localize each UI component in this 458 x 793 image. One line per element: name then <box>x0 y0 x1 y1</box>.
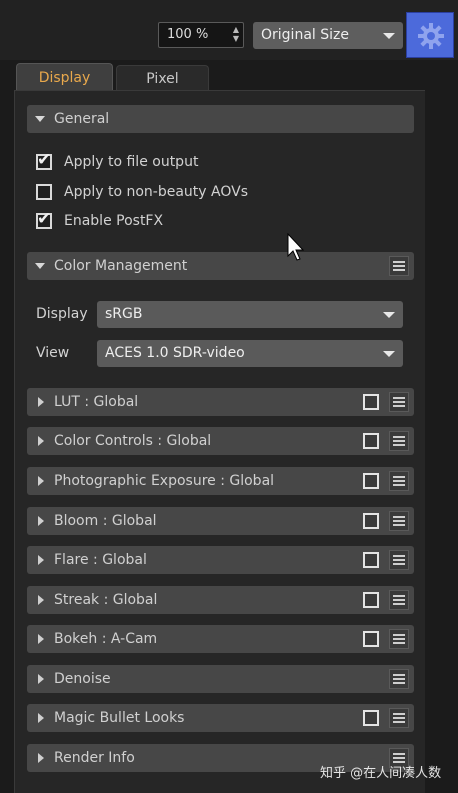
section-enable-checkbox[interactable] <box>363 473 379 489</box>
tab-display[interactable]: Display <box>16 63 113 91</box>
section-magic-bullet-looks[interactable]: Magic Bullet Looks <box>27 704 414 732</box>
triangle-right-icon <box>38 555 44 565</box>
option-label: Apply to file output <box>64 154 199 170</box>
section-bloom[interactable]: Bloom : Global <box>27 507 414 535</box>
zoom-value: 100 % <box>167 27 209 42</box>
menu-icon[interactable] <box>389 550 409 570</box>
section-streak[interactable]: Streak : Global <box>27 586 414 614</box>
menu-icon[interactable] <box>389 708 409 728</box>
section-label: Streak : Global <box>54 592 158 608</box>
triangle-right-icon <box>38 476 44 486</box>
menu-icon[interactable] <box>389 392 409 412</box>
triangle-right-icon <box>38 713 44 723</box>
checkmark-icon: ✔ <box>37 209 52 229</box>
section-label: Denoise <box>54 671 111 687</box>
menu-icon[interactable] <box>389 590 409 610</box>
menu-icon[interactable] <box>389 669 409 689</box>
section-enable-checkbox[interactable] <box>363 631 379 647</box>
chevron-down-icon <box>383 312 395 318</box>
triangle-right-icon <box>38 634 44 644</box>
zoom-input[interactable]: 100 % ▲ ▼ <box>158 22 244 48</box>
top-toolbar: 100 % ▲ ▼ Original Size <box>0 0 458 60</box>
section-label: LUT : Global <box>54 394 139 410</box>
section-photographic-exposure[interactable]: Photographic Exposure : Global <box>27 467 414 495</box>
section-enable-checkbox[interactable] <box>363 592 379 608</box>
section-enable-checkbox[interactable] <box>363 552 379 568</box>
chevron-down-icon <box>383 33 395 39</box>
section-denoise[interactable]: Denoise <box>27 665 414 693</box>
mouse-cursor-icon <box>287 233 305 261</box>
section-label: Photographic Exposure : Global <box>54 473 275 489</box>
triangle-right-icon <box>38 595 44 605</box>
menu-icon[interactable] <box>389 629 409 649</box>
menu-icon[interactable] <box>389 511 409 531</box>
display-select-value: sRGB <box>105 306 143 322</box>
triangle-right-icon <box>38 397 44 407</box>
section-color-management-label: Color Management <box>54 258 188 274</box>
section-enable-checkbox[interactable] <box>363 513 379 529</box>
section-enable-checkbox[interactable] <box>363 710 379 726</box>
menu-icon[interactable] <box>389 431 409 451</box>
triangle-right-icon <box>38 753 44 763</box>
checkbox-enable-postfx[interactable]: ✔ <box>36 209 52 229</box>
section-general-label: General <box>54 111 110 127</box>
section-label: Flare : Global <box>54 552 147 568</box>
menu-icon[interactable] <box>389 471 409 491</box>
section-label: Color Controls : Global <box>54 433 212 449</box>
section-enable-checkbox[interactable] <box>363 433 379 449</box>
triangle-right-icon <box>38 674 44 684</box>
checkbox-apply-file-output[interactable]: ✔ <box>36 150 52 170</box>
zoom-stepper-icon[interactable]: ▲ ▼ <box>233 25 239 43</box>
option-label: Enable PostFX <box>64 213 164 229</box>
section-color-management[interactable]: Color Management <box>27 252 414 280</box>
size-select[interactable]: Original Size <box>253 22 403 49</box>
settings-button[interactable] <box>406 12 454 58</box>
option-label: Apply to non-beauty AOVs <box>64 184 248 200</box>
section-label: Magic Bullet Looks <box>54 710 185 726</box>
triangle-down-icon <box>35 263 45 269</box>
section-color-controls[interactable]: Color Controls : Global <box>27 427 414 455</box>
checkmark-icon: ✔ <box>37 150 52 170</box>
menu-icon[interactable] <box>389 256 409 276</box>
display-select[interactable]: sRGB <box>97 301 403 328</box>
tab-pixel[interactable]: Pixel <box>116 65 209 91</box>
section-label: Bokeh : A-Cam <box>54 631 158 647</box>
chevron-down-icon <box>383 351 395 357</box>
section-general[interactable]: General <box>27 105 414 133</box>
section-label: Render Info <box>54 750 135 766</box>
watermark: 知乎 @在人间凑人数 <box>320 766 442 781</box>
display-label: Display <box>36 306 88 322</box>
section-lut[interactable]: LUT : Global <box>27 388 414 416</box>
section-flare[interactable]: Flare : Global <box>27 546 414 574</box>
section-bokeh[interactable]: Bokeh : A-Cam <box>27 625 414 653</box>
triangle-right-icon <box>38 436 44 446</box>
checkbox-apply-non-beauty[interactable] <box>36 184 52 200</box>
triangle-right-icon <box>38 516 44 526</box>
view-label: View <box>36 345 70 361</box>
gear-icon <box>418 23 444 49</box>
view-select-value: ACES 1.0 SDR-video <box>105 345 245 361</box>
triangle-down-icon <box>35 116 45 122</box>
section-enable-checkbox[interactable] <box>363 394 379 410</box>
section-label: Bloom : Global <box>54 513 157 529</box>
view-select[interactable]: ACES 1.0 SDR-video <box>97 340 403 367</box>
size-select-value: Original Size <box>261 27 349 43</box>
